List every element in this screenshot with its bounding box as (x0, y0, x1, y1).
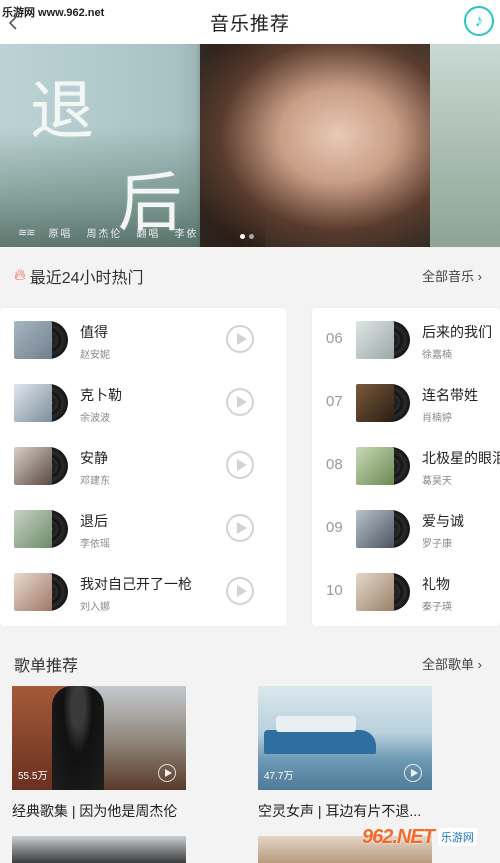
song-cover (356, 510, 394, 548)
banner-meta-item: 李依 (174, 229, 199, 240)
banner-meta-item: 翻唱 (136, 229, 161, 240)
song-row[interactable]: 09 爱与诚 罗子康 (312, 497, 500, 560)
song-cover (356, 321, 394, 359)
wave-icon: ≋≋ (18, 227, 35, 239)
hot-section-header: 🔥︎ 最近24小时热门 全部音乐 › (0, 253, 500, 293)
hot-songs-card-left: 值得 赵安妮 克卜勒 余波波 安静 邓建东 退后 李依瑶 我对自己开了一枪 刘入… (0, 308, 287, 626)
song-row[interactable]: 08 北极星的眼泪 葛昊天 (312, 434, 500, 497)
play-count: 47.7万 (264, 771, 294, 782)
playlist-card[interactable]: 55.5万 (12, 686, 186, 790)
song-cover (14, 447, 52, 485)
song-cover (14, 321, 52, 359)
song-row[interactable]: 我对自己开了一枪 刘入娜 (0, 560, 287, 623)
song-row[interactable]: 06 后来的我们 徐嘉楠 (312, 308, 500, 371)
song-cover (14, 573, 52, 611)
song-artist: 秦子瑛 (422, 602, 452, 613)
song-name: 后来的我们 (422, 324, 492, 340)
banner-portrait (200, 44, 430, 247)
playlist-cover-person (52, 686, 104, 790)
play-count: 55.5万 (18, 771, 48, 782)
song-artist: 刘入娜 (80, 602, 110, 613)
song-name: 退后 (80, 513, 108, 529)
song-name: 连名带姓 (422, 387, 478, 403)
song-cover (356, 447, 394, 485)
page-title: 音乐推荐 (209, 14, 290, 35)
playlist-section-header: 歌单推荐 全部歌单 › (0, 641, 500, 681)
song-artist: 罗子康 (422, 539, 452, 550)
song-rank: 07 (326, 393, 343, 410)
watermark-site-name: 乐游网 (437, 828, 477, 846)
song-rank: 06 (326, 330, 343, 347)
song-cover (356, 384, 394, 422)
song-rank: 10 (326, 582, 343, 599)
all-music-link[interactable]: 全部音乐 › (422, 266, 482, 285)
song-row[interactable]: 克卜勒 余波波 (0, 371, 287, 434)
playlist-cover-boat (264, 730, 376, 754)
banner-meta-item: 原唱 (48, 229, 73, 240)
song-cover (14, 510, 52, 548)
song-rank: 09 (326, 519, 343, 536)
song-name: 克卜勒 (80, 387, 122, 403)
song-cover (356, 573, 394, 611)
carousel-dot[interactable] (249, 234, 254, 239)
play-icon[interactable] (226, 388, 254, 416)
watermark-logo: 962.NET 乐游网 (362, 817, 492, 857)
hot-section-title-text: 最近24小时热门 (29, 270, 144, 287)
song-row[interactable]: 安静 邓建东 (0, 434, 287, 497)
play-icon[interactable] (226, 577, 254, 605)
song-artist: 余波波 (80, 413, 110, 424)
banner-background-right (420, 44, 500, 247)
hot-section-title: 🔥︎ 最近24小时热门 (14, 264, 144, 288)
playlist-card[interactable]: 47.7万 (258, 686, 432, 790)
song-cover (14, 384, 52, 422)
song-artist: 邓建东 (80, 476, 110, 487)
playlist-card-peek[interactable] (12, 836, 186, 863)
song-row[interactable]: 10 礼物 秦子瑛 (312, 560, 500, 623)
flame-icon: 🔥︎ (14, 267, 26, 284)
carousel-dot[interactable] (240, 234, 245, 239)
all-playlists-link[interactable]: 全部歌单 › (422, 654, 482, 673)
banner-carousel[interactable]: 退 后 ≋≋ 原唱 周杰伦 翻唱 李依 (0, 44, 500, 247)
app-header: 乐游网 www.962.net 音乐推荐 ♪ (0, 0, 500, 44)
song-name: 值得 (80, 324, 108, 340)
watermark-logo-text: 962.NET (362, 825, 435, 848)
music-note-icon[interactable]: ♪ (464, 6, 494, 36)
playlist-section-title: 歌单推荐 (14, 658, 79, 675)
song-artist: 肖楠婷 (422, 413, 452, 424)
play-icon[interactable] (158, 764, 176, 782)
song-name: 安静 (80, 450, 108, 466)
banner-meta-item: 周杰伦 (86, 229, 123, 240)
play-icon[interactable] (404, 764, 422, 782)
song-rank: 08 (326, 456, 343, 473)
song-artist: 葛昊天 (422, 476, 452, 487)
song-row[interactable]: 07 连名带姓 肖楠婷 (312, 371, 500, 434)
play-icon[interactable] (226, 325, 254, 353)
play-icon[interactable] (226, 451, 254, 479)
song-artist: 徐嘉楠 (422, 350, 452, 361)
banner-title-char-1: 退 (30, 75, 94, 149)
banner-meta: ≋≋ 原唱 周杰伦 翻唱 李依 (18, 225, 198, 240)
song-name: 礼物 (422, 576, 450, 592)
song-artist: 李依瑶 (80, 539, 110, 550)
song-name: 我对自己开了一枪 (80, 576, 192, 592)
song-name: 爱与诚 (422, 513, 464, 529)
playlist-title[interactable]: 经典歌集 | 因为他是周杰伦 (12, 801, 192, 821)
hot-songs-card-right: 06 后来的我们 徐嘉楠 07 连名带姓 肖楠婷 08 北极星的眼泪 葛昊天 0… (312, 308, 500, 626)
play-icon[interactable] (226, 514, 254, 542)
song-row[interactable]: 退后 李依瑶 (0, 497, 287, 560)
playlist-cover-boat-deck (276, 716, 356, 732)
carousel-dots (240, 234, 254, 239)
song-name: 北极星的眼泪 (422, 450, 500, 466)
song-artist: 赵安妮 (80, 350, 110, 361)
song-row[interactable]: 值得 赵安妮 (0, 308, 287, 371)
